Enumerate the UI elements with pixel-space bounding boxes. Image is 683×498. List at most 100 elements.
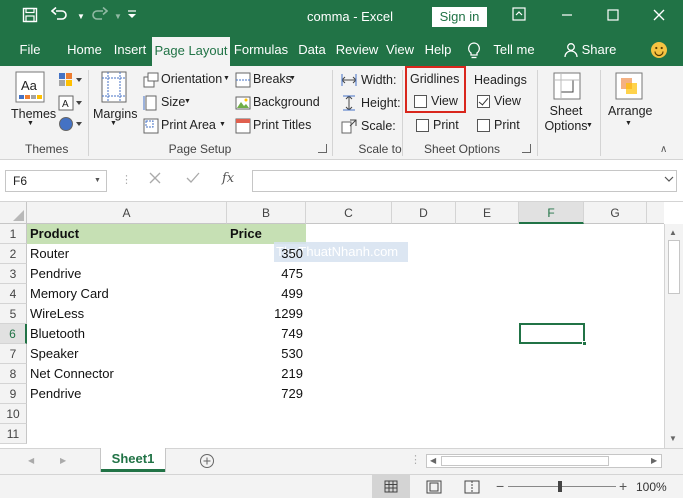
zoom-in-button[interactable]: + — [619, 478, 627, 494]
save-icon[interactable] — [20, 7, 40, 27]
theme-fonts-icon[interactable]: A — [58, 95, 84, 114]
arrange-button[interactable]: Arrange — [608, 104, 652, 118]
cell-product[interactable]: Memory Card — [30, 284, 109, 304]
row-header[interactable]: 3 — [0, 264, 27, 284]
gridlines-view-checkbox[interactable] — [414, 95, 427, 108]
cell-product[interactable]: WireLess — [30, 304, 84, 324]
cell-price[interactable]: 499 — [230, 284, 303, 304]
orientation-icon[interactable] — [143, 72, 159, 88]
cell-price[interactable]: 729 — [230, 384, 303, 404]
size-icon[interactable] — [143, 95, 159, 111]
normal-view-button[interactable] — [372, 475, 410, 498]
cell-product[interactable]: Bluetooth — [30, 324, 85, 344]
scroll-sheets-right-icon[interactable]: ▶ — [60, 456, 66, 465]
column-header-f[interactable]: F — [519, 202, 584, 224]
share-button[interactable]: Share — [580, 34, 618, 66]
customize-qat-icon[interactable] — [122, 7, 142, 27]
row-header[interactable]: 7 — [0, 344, 27, 364]
column-header-d[interactable]: D — [392, 202, 456, 224]
cell-price[interactable]: 350 — [230, 244, 303, 264]
tab-data[interactable]: Data — [295, 34, 329, 66]
background-icon[interactable] — [235, 95, 251, 111]
arrange-dropdown-icon[interactable]: ▼ — [625, 120, 632, 127]
row-header[interactable]: 6 — [0, 324, 27, 344]
cell-price[interactable]: 219 — [230, 364, 303, 384]
size-dropdown-icon[interactable]: ▼ — [184, 98, 191, 105]
sheet-tab-sheet1[interactable]: Sheet1 — [101, 448, 165, 472]
headings-view-label[interactable]: View — [494, 94, 521, 108]
column-header-c[interactable]: C — [306, 202, 392, 224]
width-label[interactable]: Width: — [361, 73, 396, 87]
name-box[interactable]: F6 — [5, 170, 107, 192]
zoom-level[interactable]: 100% — [636, 480, 667, 494]
maximize-icon[interactable] — [602, 6, 624, 28]
cell-price[interactable]: 1299 — [230, 304, 303, 324]
page-break-preview-icon[interactable] — [464, 480, 480, 497]
select-all-corner[interactable] — [0, 202, 27, 224]
row-header[interactable]: 2 — [0, 244, 27, 264]
cell-product[interactable]: Pendrive — [30, 384, 81, 404]
zoom-slider[interactable] — [508, 486, 616, 487]
cell-b1[interactable]: Price — [230, 224, 262, 244]
cell-price[interactable]: 530 — [230, 344, 303, 364]
sheet-options-large-icon[interactable] — [552, 71, 582, 104]
width-icon[interactable] — [341, 72, 357, 88]
themes-button[interactable]: Themes — [11, 107, 56, 121]
smiley-feedback-icon[interactable] — [650, 41, 668, 62]
row-header[interactable]: 9 — [0, 384, 27, 404]
tell-me-search[interactable]: Tell me — [490, 34, 538, 66]
vertical-scrollbar[interactable]: ▲ ▼ — [664, 224, 683, 448]
background-button[interactable]: Background — [253, 95, 320, 109]
print-area-button[interactable]: Print Area — [161, 118, 216, 132]
sheet-options-dropdown-icon[interactable]: ▼ — [586, 122, 593, 129]
print-titles-icon[interactable] — [235, 118, 251, 134]
cell-product[interactable]: Router — [30, 244, 69, 264]
minimize-icon[interactable] — [556, 6, 578, 28]
row-header[interactable]: 11 — [0, 424, 27, 444]
formula-input[interactable] — [252, 170, 677, 192]
breaks-button[interactable]: Breaks — [253, 72, 292, 86]
horizontal-scroll-thumb[interactable] — [441, 456, 609, 466]
scale-icon[interactable] — [341, 118, 357, 134]
ribbon-display-options-icon[interactable] — [508, 6, 530, 28]
scale-label[interactable]: Scale: — [361, 119, 396, 133]
close-icon[interactable] — [648, 6, 670, 28]
tab-view[interactable]: View — [384, 34, 416, 66]
cell-price[interactable]: 749 — [230, 324, 303, 344]
height-icon[interactable] — [341, 95, 357, 111]
tab-home[interactable]: Home — [62, 34, 107, 66]
sign-in-button[interactable]: Sign in — [432, 7, 487, 27]
scroll-sheets-left-icon[interactable]: ◀ — [28, 456, 34, 465]
collapse-ribbon-icon[interactable]: ∧ — [660, 144, 667, 155]
size-button[interactable]: Size — [161, 95, 185, 109]
undo-dropdown-icon[interactable]: ▼ — [71, 7, 91, 27]
row-header[interactable]: 10 — [0, 404, 27, 424]
column-header-a[interactable]: A — [27, 202, 227, 224]
row-header[interactable]: 5 — [0, 304, 27, 324]
print-area-dropdown-icon[interactable]: ▼ — [219, 121, 226, 128]
height-label[interactable]: Height: — [361, 96, 401, 110]
orientation-dropdown-icon[interactable]: ▼ — [223, 75, 230, 82]
zoom-out-button[interactable]: − — [496, 478, 504, 494]
tab-review[interactable]: Review — [334, 34, 380, 66]
scroll-down-icon[interactable]: ▼ — [669, 434, 677, 443]
fill-handle[interactable] — [582, 341, 587, 346]
zoom-slider-thumb[interactable] — [558, 481, 562, 492]
print-area-icon[interactable] — [143, 118, 159, 134]
headings-print-checkbox[interactable] — [477, 119, 490, 132]
tab-page-layout[interactable]: Page Layout — [152, 37, 230, 66]
enter-entry-icon[interactable] — [186, 171, 200, 188]
gridlines-print-label[interactable]: Print — [433, 118, 459, 132]
gridlines-print-checkbox[interactable] — [416, 119, 429, 132]
name-box-dropdown-icon[interactable]: ▼ — [94, 177, 101, 184]
tab-formulas[interactable]: Formulas — [233, 34, 289, 66]
themes-icon[interactable]: Aa — [15, 71, 49, 108]
sheet-options-button[interactable]: Sheet Options — [540, 104, 592, 134]
scroll-up-icon[interactable]: ▲ — [669, 228, 677, 237]
column-header-g[interactable]: G — [584, 202, 647, 224]
page-layout-view-icon[interactable] — [426, 480, 442, 497]
cell-product[interactable]: Net Connector — [30, 364, 114, 384]
margins-button[interactable]: Margins — [93, 107, 137, 121]
horizontal-scrollbar[interactable]: ◀ ▶ — [426, 454, 662, 468]
row-header[interactable]: 4 — [0, 284, 27, 304]
